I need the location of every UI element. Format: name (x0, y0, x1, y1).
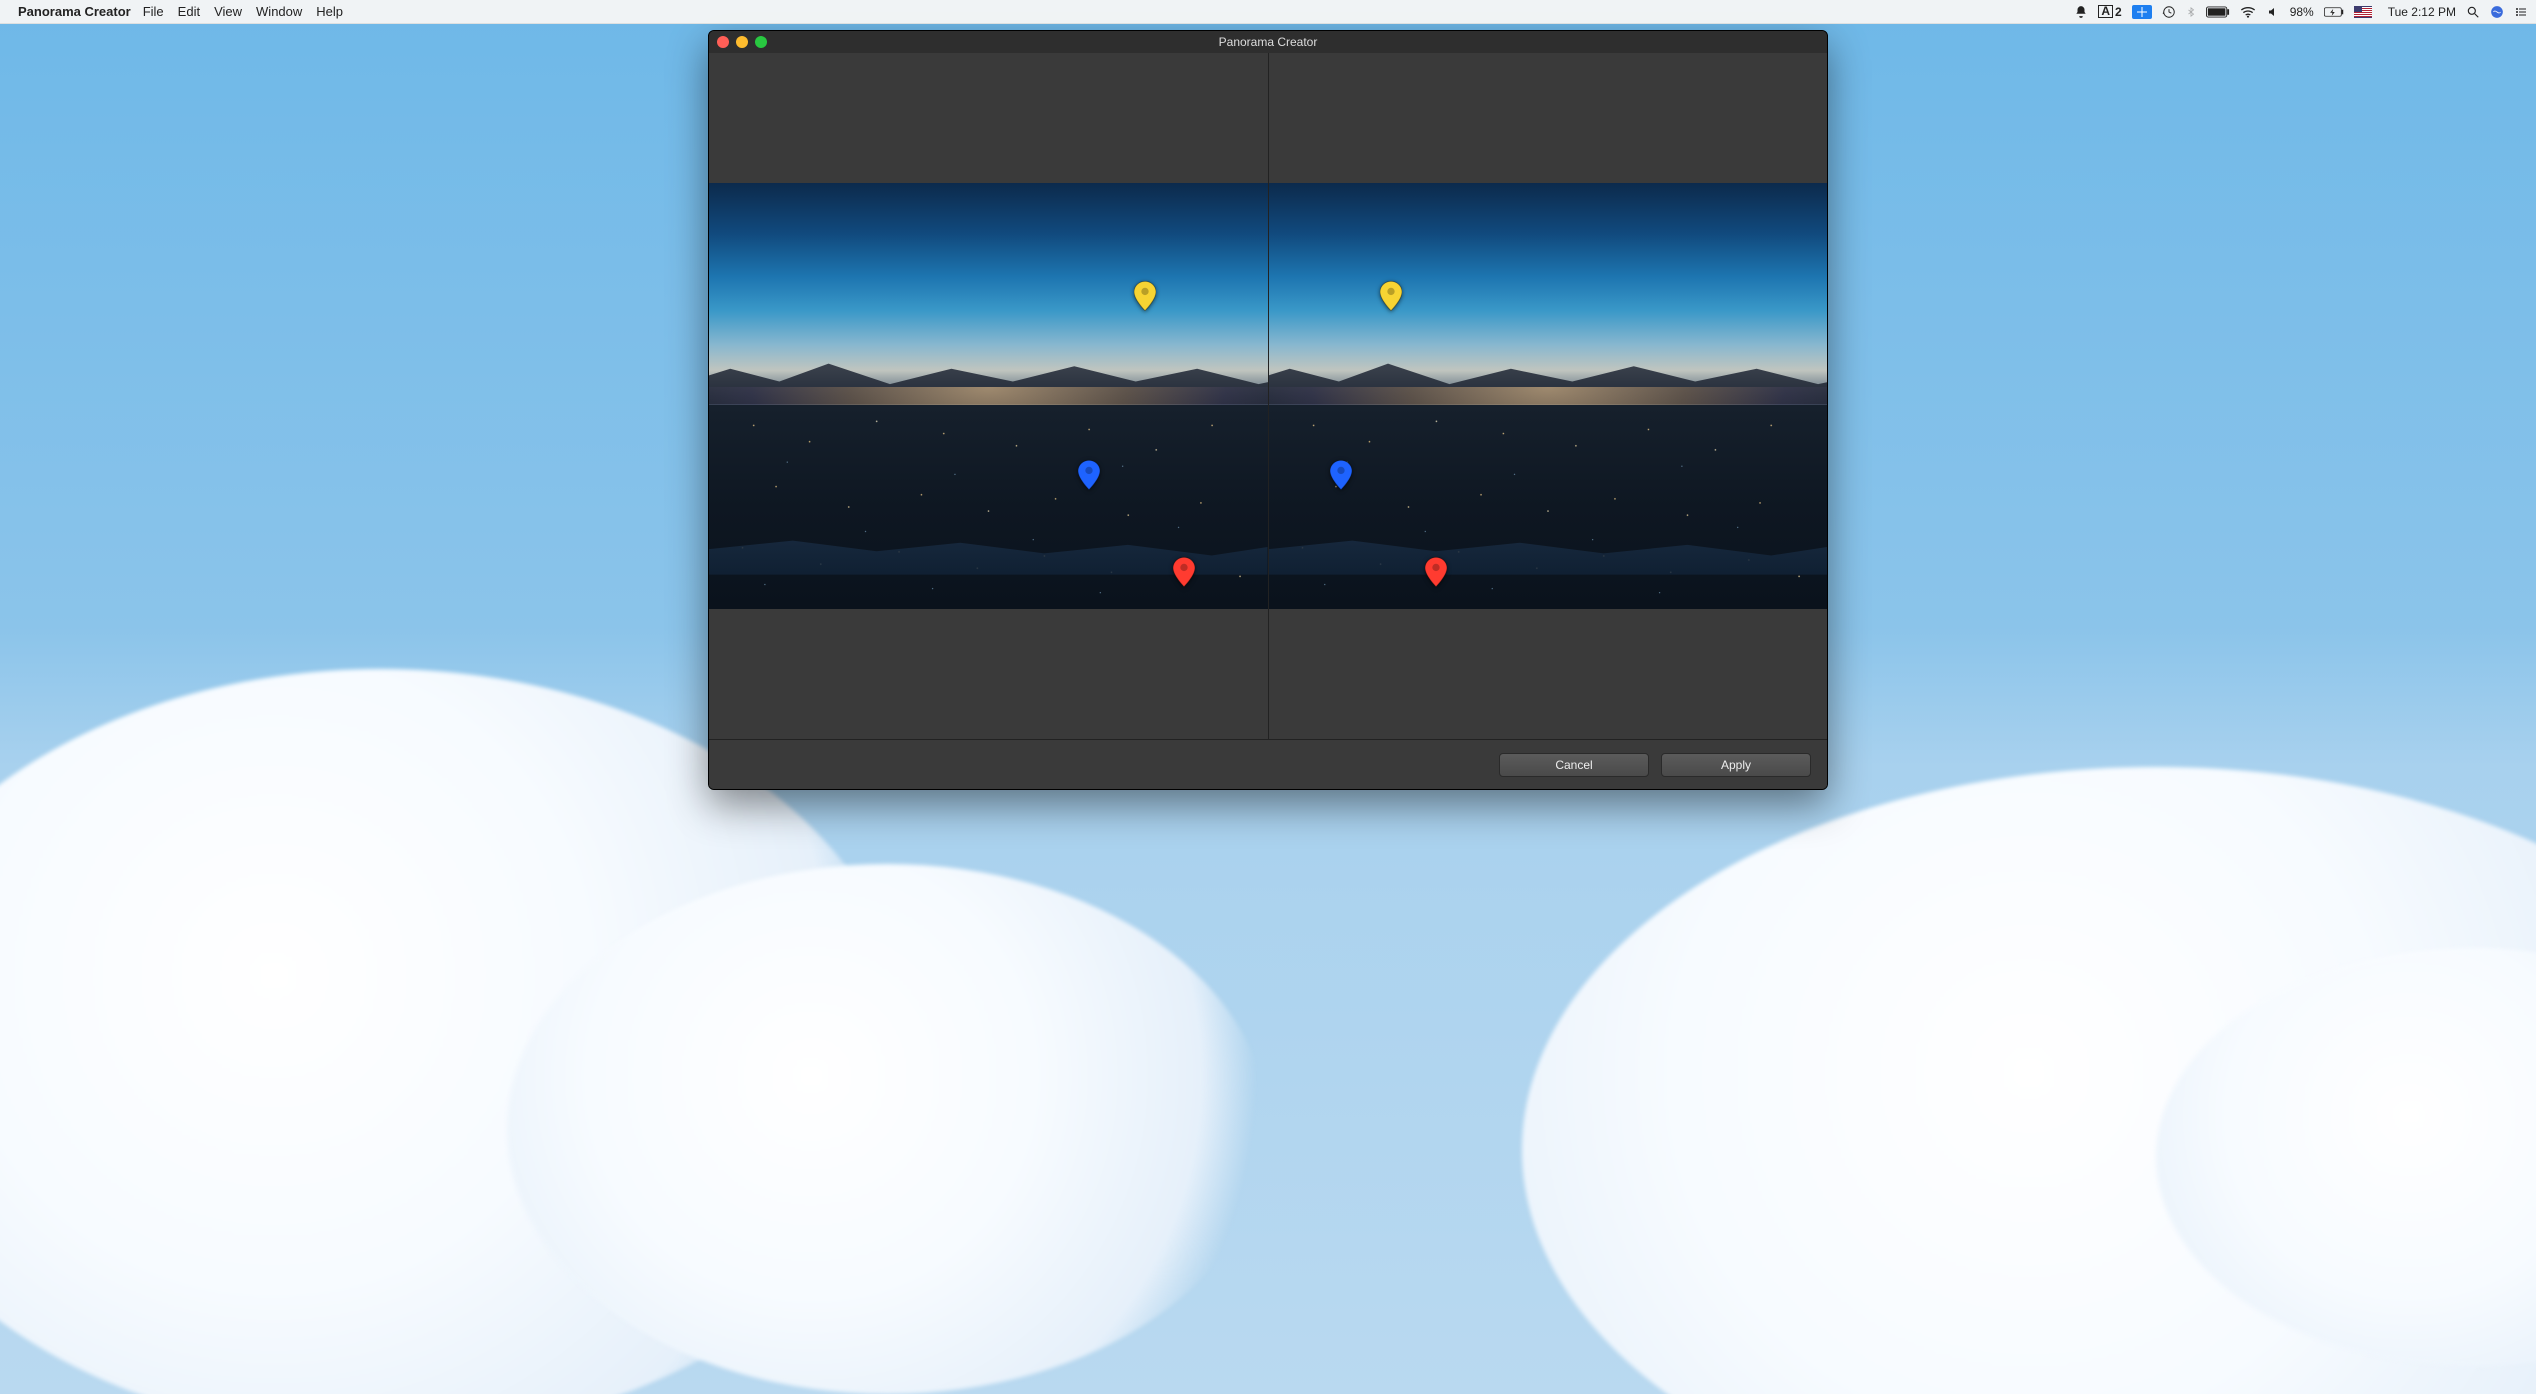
adobe-cc-icon[interactable]: A2 (2098, 5, 2121, 19)
menu-file[interactable]: File (143, 4, 164, 19)
spotlight-icon[interactable] (2466, 5, 2480, 19)
window-minimize-button[interactable] (736, 36, 748, 48)
bluetooth-icon[interactable] (2186, 5, 2196, 19)
alignment-pin-yellow-right[interactable] (1380, 281, 1402, 311)
right-image[interactable] (1269, 183, 1828, 608)
notifications-icon[interactable] (2074, 5, 2088, 19)
menu-help[interactable]: Help (316, 4, 343, 19)
wifi-icon[interactable] (2240, 6, 2256, 18)
app-window: Panorama Creator (708, 30, 1828, 790)
left-image-pane[interactable] (709, 53, 1268, 739)
alignment-pin-red-left[interactable] (1173, 557, 1195, 587)
menu-edit[interactable]: Edit (178, 4, 200, 19)
right-image-pane[interactable] (1268, 53, 1828, 739)
cloud-decor (507, 864, 1268, 1394)
window-close-button[interactable] (717, 36, 729, 48)
cancel-button[interactable]: Cancel (1499, 753, 1649, 777)
menubar-app-name[interactable]: Panorama Creator (18, 4, 131, 19)
alignment-pin-blue-right[interactable] (1330, 460, 1352, 490)
battery-percent-label: 98% (2290, 5, 2314, 19)
window-zoom-button[interactable] (755, 36, 767, 48)
siri-icon[interactable] (2490, 5, 2504, 19)
alignment-pin-blue-left[interactable] (1078, 460, 1100, 490)
alignment-pin-red-right[interactable] (1425, 557, 1447, 587)
menu-window[interactable]: Window (256, 4, 302, 19)
notification-center-icon[interactable] (2514, 6, 2528, 18)
alignment-pin-yellow-left[interactable] (1134, 281, 1156, 311)
left-image[interactable] (709, 183, 1268, 608)
time-machine-icon[interactable] (2162, 5, 2176, 19)
window-content: Cancel Apply (709, 53, 1827, 789)
image-compare-area (709, 53, 1827, 739)
battery-icon[interactable] (2206, 6, 2230, 18)
window-titlebar[interactable]: Panorama Creator (709, 31, 1827, 53)
menubar-clock[interactable]: Tue 2:12 PM (2388, 5, 2456, 19)
volume-icon[interactable] (2266, 6, 2280, 18)
window-bottom-bar: Cancel Apply (709, 739, 1827, 789)
menu-view[interactable]: View (214, 4, 242, 19)
window-title: Panorama Creator (709, 35, 1827, 49)
menubar: Panorama Creator File Edit View Window H… (0, 0, 2536, 24)
apply-button[interactable]: Apply (1661, 753, 1811, 777)
desktop-background: Panorama Creator File Edit View Window H… (0, 0, 2536, 1394)
charging-icon (2324, 6, 2344, 18)
input-flag-icon[interactable] (2354, 6, 2372, 18)
snap-tool-icon[interactable] (2132, 5, 2152, 19)
